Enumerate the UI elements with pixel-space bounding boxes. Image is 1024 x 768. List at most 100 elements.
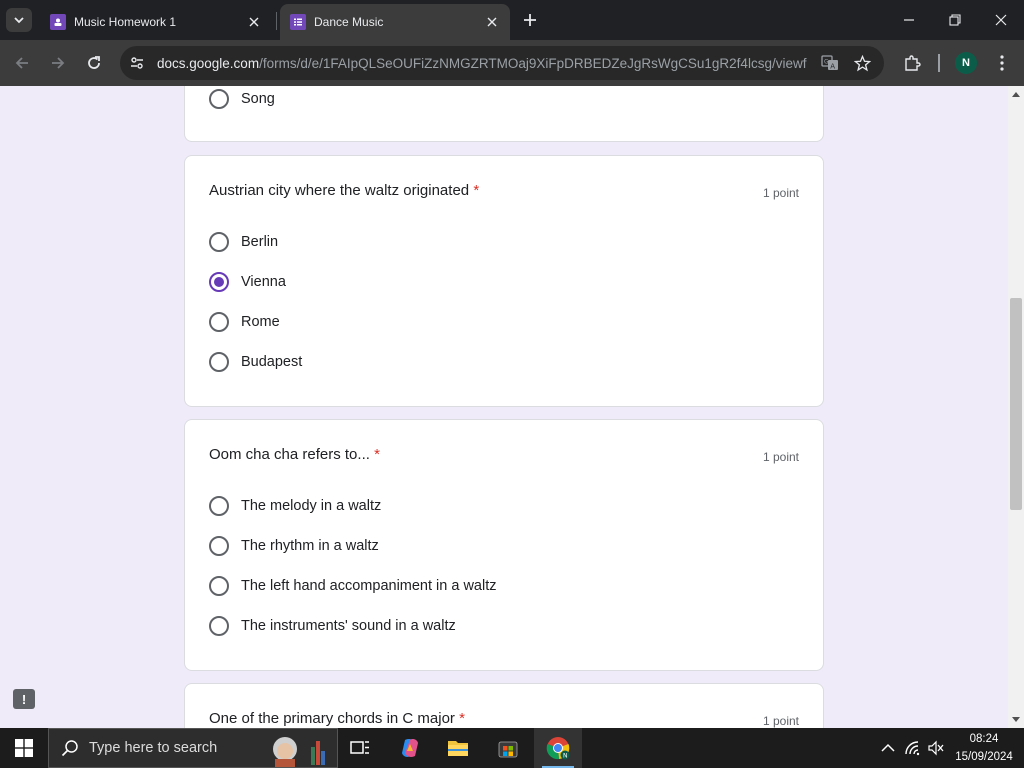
taskbar-search-box[interactable]: Type here to search — [48, 728, 338, 768]
reload-icon — [88, 56, 100, 69]
radio-button[interactable] — [209, 312, 229, 332]
option-label: Song — [241, 91, 275, 107]
address-bar[interactable]: docs.google.com/forms/d/e/1FAIpQLSeOUFiZ… — [120, 46, 884, 80]
question-points: 1 point — [762, 186, 799, 200]
report-abuse-button[interactable]: ! — [13, 689, 35, 709]
scroll-down-arrow[interactable] — [1012, 717, 1020, 722]
chrome-icon: N — [546, 737, 570, 760]
required-asterisk: * — [473, 182, 480, 199]
file-explorer-button[interactable] — [434, 728, 482, 768]
scroll-thumb[interactable] — [1010, 298, 1022, 510]
option-label: The rhythm in a waltz — [241, 538, 379, 554]
tab-dance-music[interactable]: Dance Music — [280, 4, 510, 40]
search-placeholder: Type here to search — [89, 740, 218, 756]
chrome-taskbar-button[interactable]: N — [534, 728, 582, 768]
tab-close-button[interactable] — [482, 12, 502, 32]
search-highlight-illustration-icon — [267, 731, 331, 767]
wifi-icon — [905, 741, 920, 756]
required-asterisk: * — [459, 710, 465, 727]
arrow-left-icon — [15, 57, 28, 69]
option-vienna[interactable]: Vienna — [209, 270, 286, 294]
option-melody[interactable]: The melody in a waltz — [209, 494, 381, 518]
radio-button-selected[interactable] — [209, 272, 229, 292]
radio-button[interactable] — [209, 576, 229, 596]
tune-icon — [131, 57, 143, 69]
tab-search-button[interactable] — [6, 8, 32, 32]
site-info-button[interactable] — [123, 49, 151, 77]
puzzle-icon — [905, 55, 921, 71]
chevron-up-icon — [881, 743, 895, 752]
svg-text:G: G — [824, 59, 829, 66]
windows-taskbar: Type here to search N 08:24 15/09/2024 — [0, 728, 1024, 768]
minimize-button[interactable] — [886, 0, 932, 40]
folder-icon — [448, 741, 468, 756]
show-hidden-icons-button[interactable] — [878, 738, 898, 758]
extensions-button[interactable] — [898, 49, 926, 77]
arrow-right-icon — [52, 57, 65, 69]
taskbar-clock[interactable]: 08:24 15/09/2024 — [948, 730, 1020, 766]
copilot-button[interactable] — [386, 728, 434, 768]
back-button[interactable] — [8, 49, 36, 77]
profile-avatar[interactable]: N — [955, 52, 977, 74]
option-instruments[interactable]: The instruments' sound in a waltz — [209, 614, 456, 638]
radio-button[interactable] — [209, 536, 229, 556]
radio-button[interactable] — [209, 232, 229, 252]
task-view-icon — [350, 741, 369, 754]
volume-button[interactable] — [926, 738, 946, 758]
required-asterisk: * — [374, 446, 380, 463]
option-berlin[interactable]: Berlin — [209, 230, 278, 254]
forward-button[interactable] — [44, 49, 72, 77]
radio-button[interactable] — [209, 496, 229, 516]
google-forms-icon — [290, 14, 306, 30]
svg-text:N: N — [563, 752, 568, 759]
option-left-hand[interactable]: The left hand accompaniment in a waltz — [209, 574, 497, 598]
menu-button[interactable] — [988, 49, 1016, 77]
browser-toolbar: docs.google.com/forms/d/e/1FAIpQLSeOUFiZ… — [0, 40, 1024, 86]
question-card-oom-cha-cha: Oom cha cha refers to... * 1 point The m… — [184, 419, 824, 671]
toolbar-divider — [938, 54, 940, 72]
question-text: Oom cha cha refers to... — [209, 446, 370, 463]
close-icon — [995, 14, 1007, 26]
network-button[interactable] — [903, 738, 923, 758]
option-budapest[interactable]: Budapest — [209, 350, 302, 374]
url-text[interactable]: docs.google.com/forms/d/e/1FAIpQLSeOUFiZ… — [157, 56, 807, 71]
question-points: 1 point — [762, 714, 799, 728]
scroll-up-arrow[interactable] — [1012, 92, 1020, 97]
clock-date: 15/09/2024 — [955, 751, 1013, 763]
chevron-down-icon — [14, 17, 24, 24]
close-icon — [249, 17, 259, 27]
radio-button[interactable] — [209, 89, 229, 109]
reload-button[interactable] — [80, 49, 108, 77]
tab-music-homework[interactable]: Music Homework 1 — [40, 4, 272, 40]
window-close-button[interactable] — [978, 0, 1024, 40]
star-icon — [853, 54, 871, 71]
clock-time: 08:24 — [969, 733, 999, 745]
page-scrollbar[interactable] — [1008, 86, 1024, 728]
option-song[interactable]: Song — [209, 87, 275, 111]
copilot-icon — [402, 739, 418, 757]
question-card-waltz-city: Austrian city where the waltz originated… — [184, 155, 824, 407]
option-rome[interactable]: Rome — [209, 310, 280, 334]
question-text: One of the primary chords in C major — [209, 710, 455, 727]
store-icon — [498, 741, 518, 758]
microsoft-store-button[interactable] — [484, 728, 532, 768]
restore-button[interactable] — [932, 0, 978, 40]
option-label: Budapest — [241, 354, 303, 370]
translate-button[interactable]: AG — [816, 49, 844, 77]
start-button[interactable] — [0, 728, 48, 768]
task-view-button[interactable] — [336, 728, 384, 768]
option-rhythm[interactable]: The rhythm in a waltz — [209, 534, 379, 558]
form-page: Song Austrian city where the waltz origi… — [0, 86, 1008, 728]
question-points: 1 point — [762, 450, 799, 464]
radio-button[interactable] — [209, 616, 229, 636]
option-label: Berlin — [241, 234, 279, 250]
new-tab-button[interactable] — [518, 8, 542, 32]
tab-title: Music Homework 1 — [74, 15, 177, 29]
bookmark-button[interactable] — [848, 49, 876, 77]
option-label: Vienna — [241, 274, 286, 290]
tab-strip: Music Homework 1 Dance Music — [0, 0, 1024, 40]
tab-close-button[interactable] — [244, 12, 264, 32]
translate-icon: AG — [821, 55, 838, 71]
question-card-primary-chords: One of the primary chords in C major * 1… — [184, 683, 824, 728]
radio-button[interactable] — [209, 352, 229, 372]
